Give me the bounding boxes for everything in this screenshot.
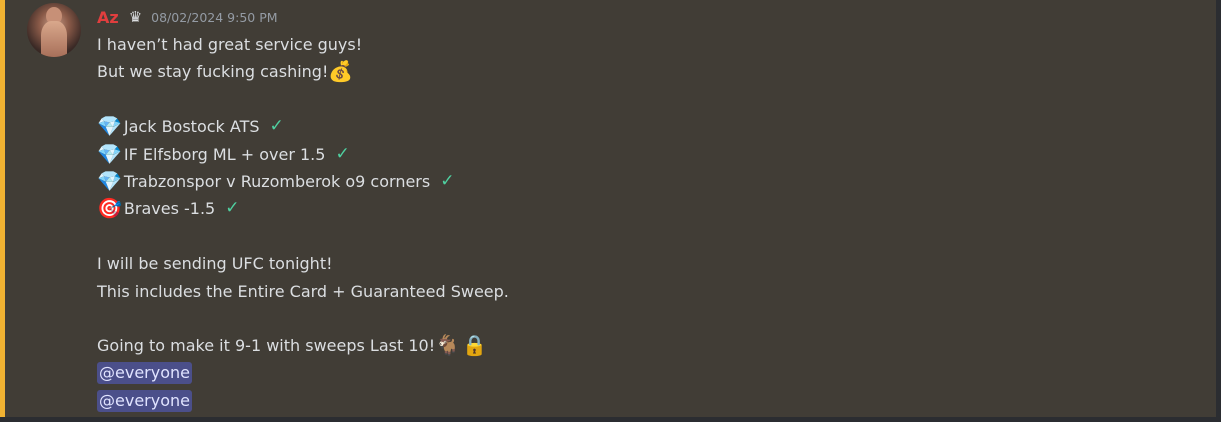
target-icon: 🎯	[97, 196, 122, 221]
ufc-line-1: I will be sending UFC tonight!	[97, 254, 333, 274]
message-line: I haven’t had great service guys!	[97, 31, 509, 58]
message-container: Az ♛ 08/02/2024 9:50 PM I haven’t had gr…	[0, 0, 1216, 417]
gem-icon: 💎	[97, 114, 122, 139]
message-line: @everyone	[97, 360, 509, 387]
goat-icon: 🐐	[435, 333, 461, 358]
pick-row: 🎯 Braves -1.5 ✓	[97, 195, 509, 222]
message-line: I will be sending UFC tonight!	[97, 250, 509, 277]
timestamp[interactable]: 08/02/2024 9:50 PM	[151, 10, 277, 25]
message-line: This includes the Entire Card + Guarante…	[97, 278, 509, 305]
intro-line-2: But we stay fucking cashing!	[97, 62, 329, 82]
ufc-line-2: This includes the Entire Card + Guarante…	[97, 281, 509, 301]
intro-line-1: I haven’t had great service guys!	[97, 35, 363, 54]
message-content: I haven’t had great service guys! But we…	[97, 31, 509, 414]
username[interactable]: Az	[97, 8, 119, 27]
check-icon: ✓	[225, 198, 240, 219]
message-line: Going to make it 9-1 with sweeps Last 10…	[97, 332, 509, 359]
pick-row: 💎 Trabzonspor v Ruzomberok o9 corners ✓	[97, 168, 509, 195]
pick-row: 💎 Jack Bostock ATS ✓	[97, 113, 509, 140]
pick-text: IF Elfsborg ML + over 1.5	[123, 144, 326, 164]
gem-icon: 💎	[97, 168, 122, 193]
message-header: Az ♛ 08/02/2024 9:50 PM	[97, 6, 278, 28]
pick-text: Jack Bostock ATS	[123, 117, 260, 137]
gem-icon: 💎	[97, 141, 122, 166]
mention-everyone[interactable]: @everyone	[97, 389, 192, 412]
closing-line: Going to make it 9-1 with sweeps Last 10…	[97, 336, 436, 356]
crown-icon: ♛	[128, 8, 143, 26]
avatar-torso	[41, 21, 67, 57]
pick-text: Trabzonspor v Ruzomberok o9 corners	[123, 171, 431, 191]
mention-everyone[interactable]: @everyone	[97, 362, 192, 385]
check-icon: ✓	[269, 116, 284, 137]
message-line: @everyone	[97, 387, 509, 414]
pick-text: Braves -1.5	[123, 199, 216, 219]
pick-row: 💎 IF Elfsborg ML + over 1.5 ✓	[97, 141, 509, 168]
check-icon: ✓	[335, 143, 350, 164]
avatar[interactable]	[27, 3, 81, 57]
money-bag-icon: 💰	[328, 59, 354, 84]
check-icon: ✓	[440, 170, 455, 191]
lock-icon: 🔒	[462, 333, 487, 358]
message-line: But we stay fucking cashing! 💰	[97, 58, 509, 85]
